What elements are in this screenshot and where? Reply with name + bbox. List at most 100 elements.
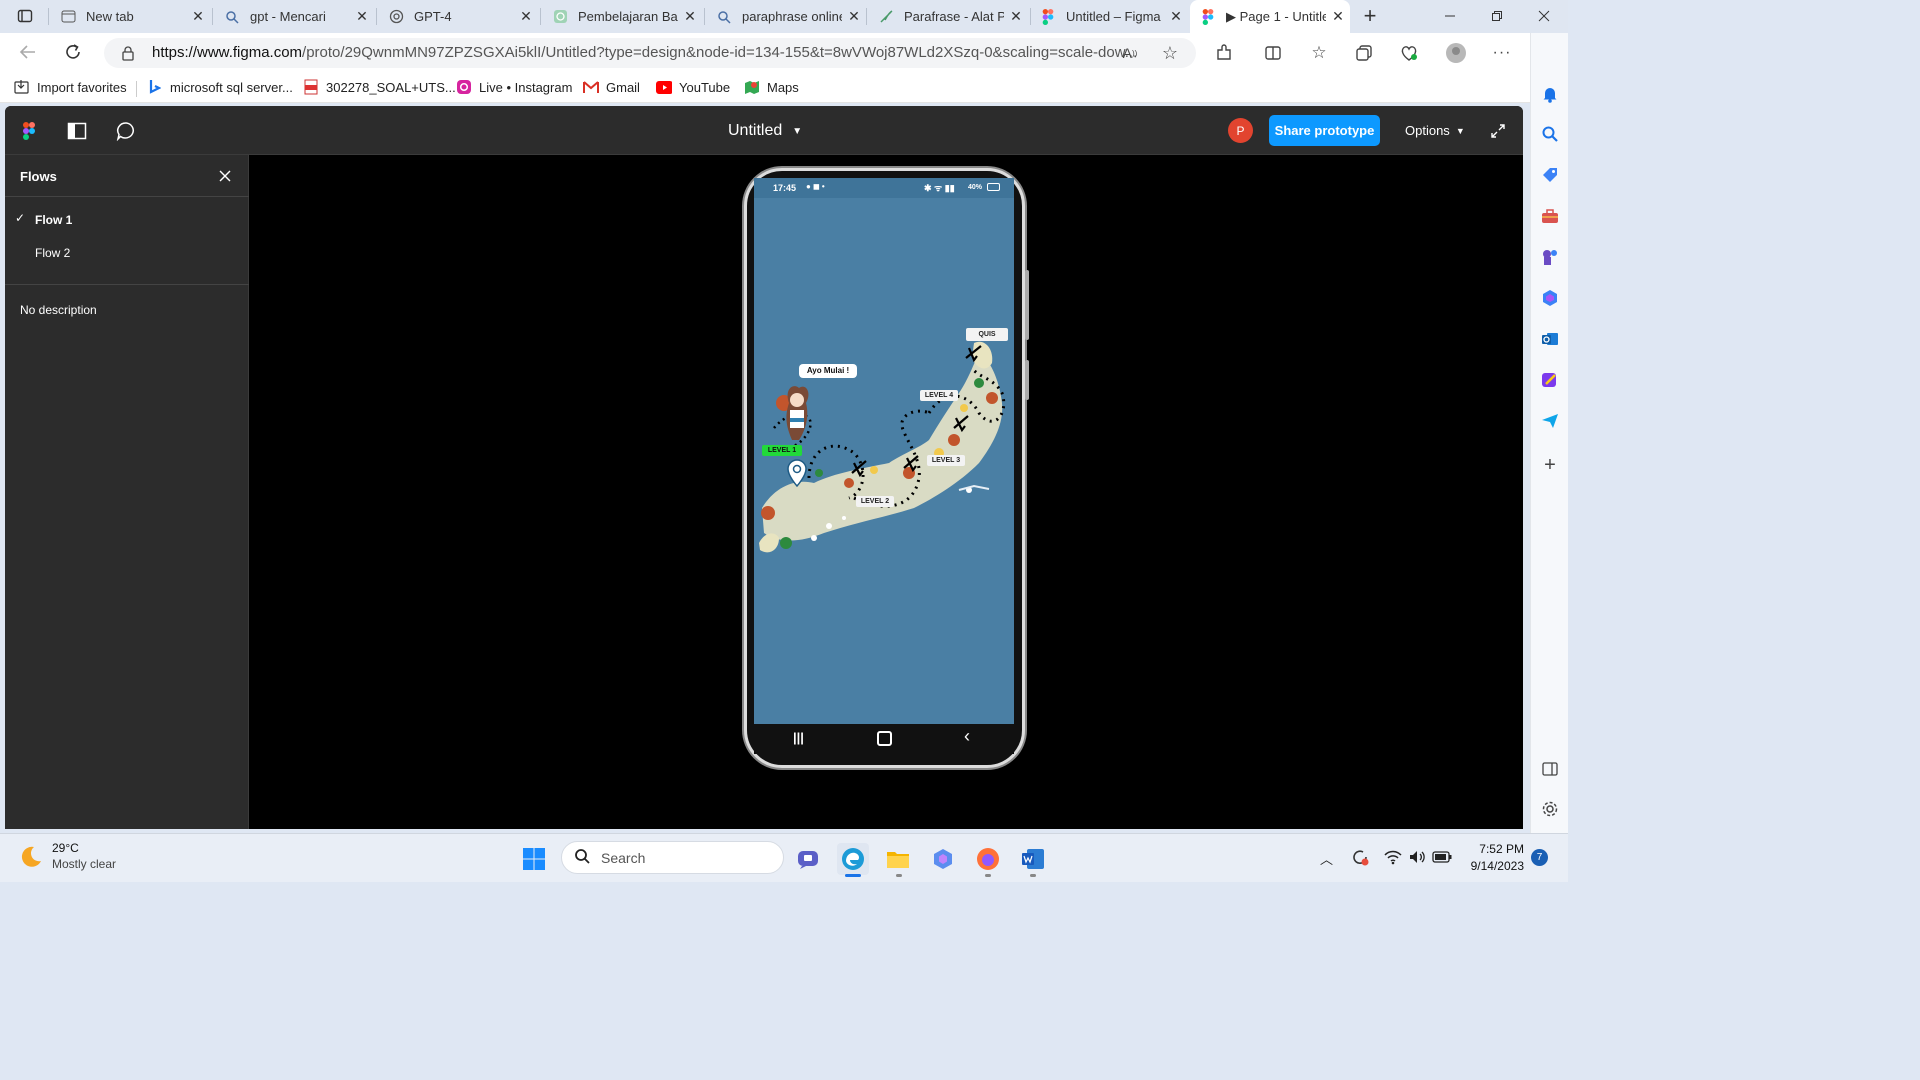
tab-title: New tab (86, 9, 134, 24)
favorite-link[interactable]: Maps (744, 79, 799, 95)
word-icon[interactable] (1017, 843, 1049, 875)
figma-toolbar: Untitled ▼ P Share prototype Options ▼ (5, 106, 1523, 155)
favorite-link[interactable]: Live • Instagram (456, 79, 572, 95)
tab-actions-icon[interactable] (11, 2, 39, 30)
close-tab-icon[interactable]: ✕ (1004, 8, 1028, 25)
recent-apps-icon[interactable]: ||| (793, 730, 804, 745)
close-tab-icon[interactable]: ✕ (678, 8, 702, 25)
teams-chat-icon[interactable] (792, 843, 824, 875)
minimize-icon[interactable] (1436, 2, 1464, 30)
new-tab-button[interactable]: + (1356, 2, 1384, 30)
browser-tab[interactable]: Parafrase - Alat Pa ✕ (868, 0, 1028, 33)
close-tab-icon[interactable]: ✕ (186, 8, 210, 25)
microsoft365-icon[interactable] (1537, 285, 1563, 311)
options-menu[interactable]: Options ▼ (1405, 123, 1465, 138)
read-aloud-icon[interactable]: A)) (1116, 39, 1144, 67)
settings-gear-icon[interactable] (1537, 796, 1563, 822)
flow-label: Flow 1 (35, 213, 73, 227)
more-options-icon[interactable]: ··· (1488, 39, 1516, 67)
copilot-app-icon[interactable] (927, 843, 959, 875)
refresh-icon[interactable] (59, 38, 87, 66)
clock-date: 9/14/2023 (1470, 859, 1524, 873)
battery-icon[interactable] (1432, 851, 1452, 866)
split-screen-icon[interactable] (1259, 39, 1287, 67)
search-placeholder: Search (601, 849, 646, 866)
volume-icon[interactable] (1408, 849, 1426, 868)
favorite-link[interactable]: YouTube (656, 79, 730, 95)
figma-logo-icon[interactable] (15, 117, 43, 145)
level-3-button[interactable]: LEVEL 3 (927, 455, 965, 466)
designer-icon[interactable] (1537, 367, 1563, 393)
url-input[interactable]: https://www.figma.com/proto/29QwnmMN97ZP… (104, 38, 1196, 68)
comment-icon[interactable] (112, 117, 140, 145)
fullscreen-icon[interactable] (1484, 117, 1512, 145)
firefox-icon[interactable] (972, 843, 1004, 875)
system-clock[interactable]: 7:52 PM 9/14/2023 (1460, 841, 1524, 875)
file-explorer-icon[interactable] (882, 843, 914, 875)
close-tab-icon[interactable]: ✕ (1326, 8, 1350, 25)
show-hidden-icons-icon[interactable]: ︿ (1320, 849, 1333, 868)
file-title-menu[interactable]: Untitled ▼ (728, 122, 802, 140)
flows-heading: Flows (20, 169, 57, 184)
lock-icon[interactable] (114, 39, 142, 67)
browser-tab[interactable]: Pembelajaran Bah ✕ (542, 0, 702, 33)
games-icon[interactable] (1537, 244, 1563, 270)
hide-sidebar-icon[interactable] (1537, 756, 1563, 782)
quill-icon (878, 9, 894, 25)
close-tab-icon[interactable]: ✕ (514, 8, 538, 25)
flow-item[interactable]: Flow 2 (5, 240, 249, 266)
notifications-icon[interactable] (1537, 81, 1563, 107)
instagram-icon (456, 79, 472, 95)
close-tab-icon[interactable]: ✕ (350, 8, 374, 25)
favorite-link[interactable]: microsoft sql server... (147, 79, 293, 95)
close-panel-icon[interactable] (211, 162, 239, 190)
close-tab-icon[interactable]: ✕ (842, 8, 866, 25)
browser-tab[interactable]: Untitled – Figma ✕ (1030, 0, 1188, 33)
home-icon[interactable] (877, 731, 892, 746)
start-icon[interactable] (518, 843, 550, 875)
close-window-icon[interactable] (1530, 2, 1558, 30)
back-icon[interactable]: ‹ (964, 726, 970, 747)
favorite-link[interactable]: 302278_SOAL+UTS... (303, 79, 456, 95)
level-2-button[interactable]: LEVEL 2 (856, 496, 894, 507)
share-prototype-button[interactable]: Share prototype (1269, 115, 1380, 146)
sync-icon[interactable] (1350, 847, 1370, 870)
collections-icon[interactable] (1350, 39, 1378, 67)
drop-icon[interactable] (1537, 408, 1563, 434)
browser-essentials-icon[interactable] (1395, 39, 1423, 67)
speech-bubble: Ayo Mulai ! (799, 364, 857, 378)
browser-tab[interactable]: GPT-4 ✕ (378, 0, 538, 33)
profile-avatar[interactable] (1442, 39, 1470, 67)
toggle-sidebar-icon[interactable] (63, 117, 91, 145)
shopping-icon[interactable] (1537, 162, 1563, 188)
level-4-button[interactable]: LEVEL 4 (920, 390, 958, 401)
weather-widget[interactable]: 29°C Mostly clear (18, 840, 116, 872)
favorite-star-icon[interactable]: ☆ (1156, 39, 1184, 67)
browser-tab[interactable]: gpt - Mencari ✕ (214, 0, 374, 33)
close-tab-icon[interactable]: ✕ (1164, 8, 1188, 25)
browser-tab[interactable]: paraphrase online ✕ (706, 0, 866, 33)
add-sidebar-app-icon[interactable]: + (1537, 452, 1563, 478)
notification-badge[interactable]: 7 (1531, 849, 1548, 866)
level-1-button[interactable]: LEVEL 1 (762, 445, 802, 456)
favorite-import[interactable]: Import favorites (14, 79, 127, 95)
extensions-icon[interactable] (1210, 39, 1238, 67)
favorites-icon[interactable]: ☆ (1305, 39, 1333, 67)
prototype-screen[interactable]: 17:45 ● ◼ • ✱ ᯤ ▮▮ 40% Ayo Mulai ! LEVEL… (754, 178, 1014, 724)
user-avatar[interactable]: P (1228, 118, 1253, 143)
outlook-icon[interactable] (1537, 326, 1563, 352)
search-icon[interactable] (1537, 121, 1563, 147)
quis-button[interactable]: QUIS (966, 328, 1008, 341)
edge-icon[interactable] (837, 843, 869, 875)
restore-icon[interactable] (1483, 2, 1511, 30)
browser-tab[interactable]: New tab ✕ (50, 0, 210, 33)
gmail-icon (583, 79, 599, 95)
tools-icon[interactable] (1537, 203, 1563, 229)
back-icon[interactable] (14, 38, 42, 66)
wifi-icon[interactable] (1384, 849, 1402, 868)
favorite-link[interactable]: Gmail (583, 79, 640, 95)
flow-item[interactable]: ✓ Flow 1 (5, 207, 249, 233)
check-icon: ✓ (15, 211, 26, 225)
taskbar-search[interactable]: Search (561, 841, 784, 874)
browser-tab-active[interactable]: ▶ Page 1 - Untitle ✕ (1190, 0, 1350, 33)
